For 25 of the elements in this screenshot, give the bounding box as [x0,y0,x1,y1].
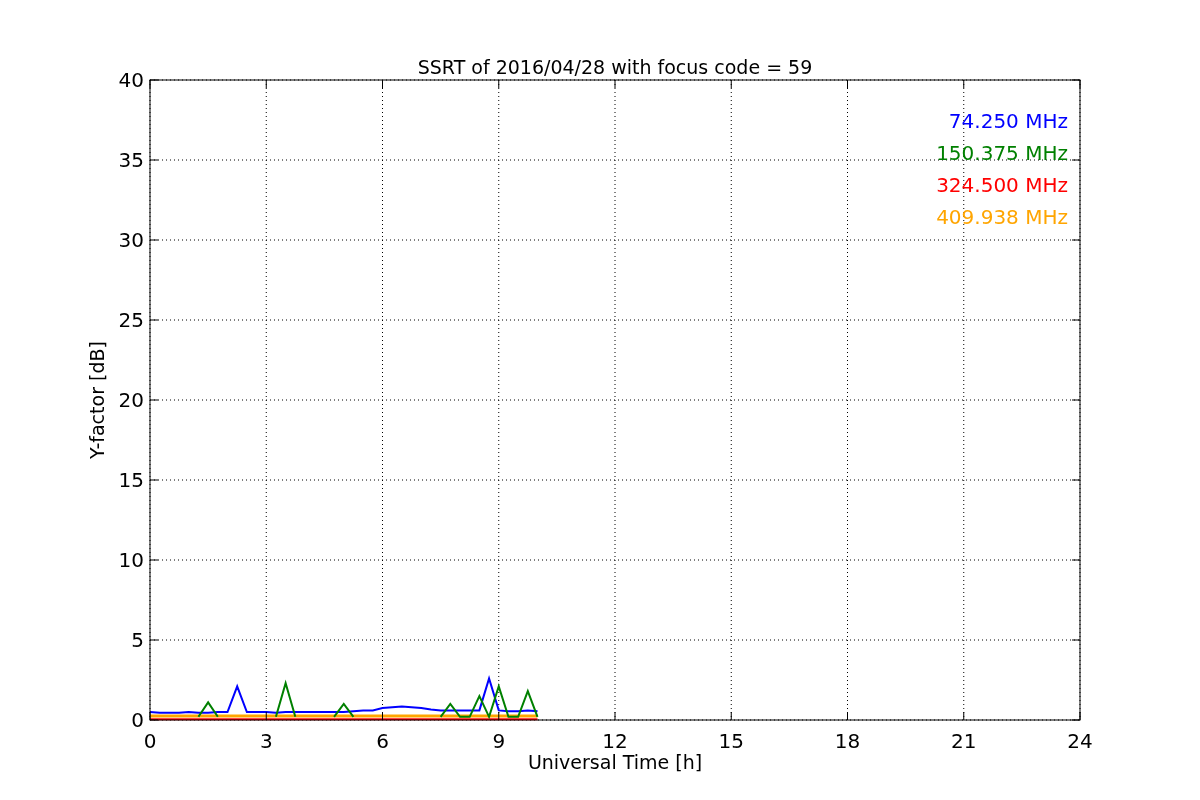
tick-label: 10 [118,548,144,572]
legend-label: 74.250 MHz [948,109,1068,133]
tick-label: 30 [118,228,144,252]
x-axis-label: Universal Time [h] [527,751,703,773]
tick-label: 3 [259,729,273,753]
chart-title: SSRT of 2016/04/28 with focus code = 59 [417,56,813,78]
tick-label: 6 [376,729,389,753]
tick-label: 21 [951,729,977,753]
tick-label: 15 [718,729,744,753]
tick-label: 20 [118,388,144,412]
tick-label: 5 [131,628,144,652]
tick-label: 15 [118,468,144,492]
y-axis-label: Y-factor [dB] [86,341,108,459]
tick-label: 35 [118,148,144,172]
legend-label: 324.500 MHz [936,173,1068,197]
legend-label: 150.375 MHz [936,141,1068,165]
tick-label: 40 [118,68,144,92]
tick-label: 0 [143,729,157,753]
tick-label: 0 [131,708,144,732]
tick-label: 25 [118,308,144,332]
tick-label: 18 [834,729,861,753]
tick-label: 9 [492,729,506,753]
tick-label: 12 [602,729,628,753]
legend-label: 409.938 MHz [936,205,1068,229]
tick-label: 24 [1067,729,1093,753]
